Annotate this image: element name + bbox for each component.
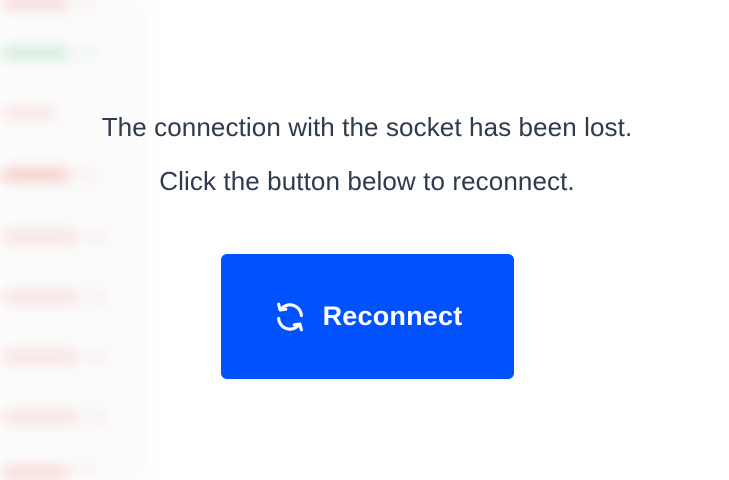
disconnected-overlay: The connection with the socket has been … bbox=[0, 0, 729, 480]
reconnect-button-label: Reconnect bbox=[322, 301, 463, 331]
reconnect-button[interactable]: Reconnect bbox=[221, 254, 514, 379]
connection-lost-message: The connection with the socket has been … bbox=[101, 112, 633, 142]
refresh-icon bbox=[273, 300, 307, 334]
app-window: The connection with the socket has been … bbox=[0, 0, 729, 480]
reconnect-instruction: Click the button below to reconnect. bbox=[159, 166, 575, 196]
